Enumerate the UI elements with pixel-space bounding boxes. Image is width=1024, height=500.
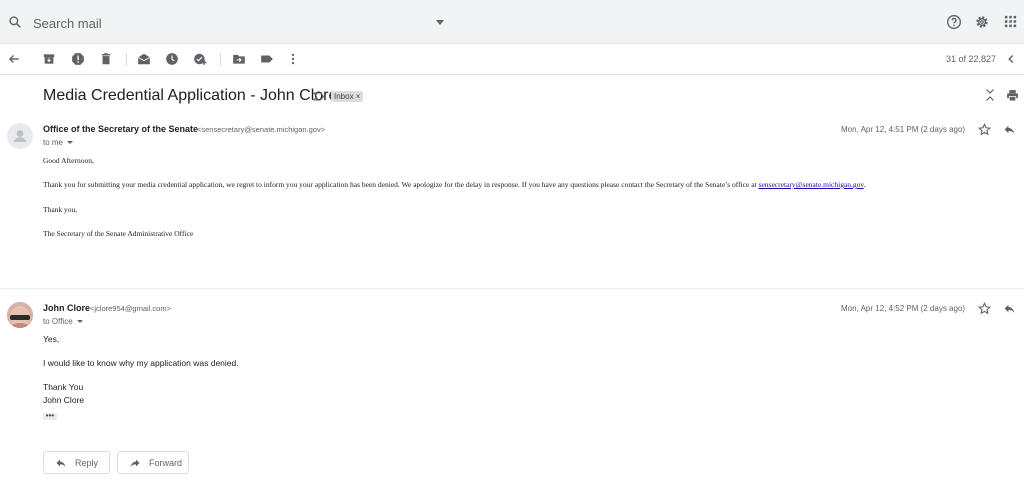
- chevron-down-icon: [67, 141, 74, 145]
- sender-name[interactable]: John Clore: [43, 303, 90, 313]
- reply-arrow-icon[interactable]: [1003, 123, 1016, 136]
- settings-gear-icon[interactable]: [974, 14, 990, 30]
- toolbar-separator: [126, 53, 127, 66]
- previous-chevron-icon[interactable]: [1004, 52, 1018, 66]
- message-toolbar: 31 of 22,827: [0, 44, 1024, 75]
- collapse-all-icon[interactable]: [984, 88, 996, 102]
- toolbar-separator: [220, 53, 221, 66]
- important-marker-icon[interactable]: [313, 92, 325, 101]
- sender-email: <sensecretary@senate.michigan.gov>: [197, 125, 326, 134]
- star-icon[interactable]: [978, 123, 991, 136]
- search-input[interactable]: [33, 13, 413, 33]
- mark-unread-icon[interactable]: [137, 52, 151, 66]
- recipient-label: to Office: [43, 317, 73, 326]
- recipient-details-toggle[interactable]: to me: [43, 138, 74, 147]
- reply-line-4: John Clore: [43, 395, 85, 405]
- help-icon[interactable]: [946, 14, 962, 30]
- more-vertical-icon[interactable]: [286, 52, 300, 66]
- sender-avatar[interactable]: [7, 302, 33, 328]
- sender-email: <jclore954@gmail.com>: [90, 304, 171, 313]
- message-body-text: Thank you for submitting your media cred…: [43, 180, 759, 189]
- reply-line-3: Thank You: [43, 382, 84, 392]
- reply-line-2: I would like to know why my application …: [43, 358, 239, 368]
- message-divider: [0, 288, 1024, 289]
- forward-button[interactable]: Forward: [117, 451, 189, 474]
- reply-arrow-icon[interactable]: [1003, 302, 1016, 315]
- contact-email-link[interactable]: sensecretary@senate.michigan.gov: [759, 180, 864, 189]
- forward-button-label: Forward: [149, 457, 183, 468]
- label-tag-icon[interactable]: [260, 52, 274, 66]
- reply-line-1: Yes,: [43, 334, 60, 344]
- snooze-clock-icon[interactable]: [165, 52, 179, 66]
- report-spam-icon[interactable]: [71, 52, 85, 66]
- reply-button-label: Reply: [75, 457, 99, 468]
- show-trimmed-content-button[interactable]: •••: [43, 412, 57, 420]
- message-body: Thank you for submitting your media cred…: [43, 180, 866, 189]
- message-date: Mon, Apr 12, 4:52 PM (2 days ago): [841, 304, 966, 313]
- message-body-end: .: [863, 180, 866, 189]
- message-greeting: Good Afternoon,: [43, 156, 94, 165]
- sender-avatar[interactable]: [7, 123, 33, 149]
- search-options-icon[interactable]: [436, 20, 444, 25]
- message-signature: The Secretary of the Senate Administrati…: [43, 229, 194, 238]
- apps-grid-icon[interactable]: [1003, 14, 1018, 29]
- search-bar[interactable]: [0, 3, 460, 41]
- reply-arrow-icon: [56, 459, 66, 467]
- add-to-tasks-icon[interactable]: [193, 52, 207, 66]
- delete-trash-icon[interactable]: [99, 52, 113, 66]
- back-arrow-icon[interactable]: [7, 52, 21, 66]
- pagination-count: 31 of 22,827: [946, 54, 997, 64]
- print-icon[interactable]: [1006, 89, 1019, 102]
- message-date: Mon, Apr 12, 4:51 PM (2 days ago): [841, 125, 966, 134]
- move-to-folder-icon[interactable]: [232, 52, 246, 66]
- sender-name[interactable]: Office of the Secretary of the Senate: [43, 124, 198, 134]
- top-bar: [0, 0, 1024, 44]
- default-person-icon: [13, 130, 27, 142]
- forward-arrow-icon: [130, 459, 140, 467]
- profile-photo: [7, 302, 33, 328]
- recipient-label: to me: [43, 138, 64, 147]
- message-closing: Thank you,: [43, 205, 78, 214]
- search-icon[interactable]: [8, 15, 22, 29]
- chevron-down-icon: [76, 320, 83, 324]
- inbox-label-chip[interactable]: Inbox ×: [331, 91, 364, 102]
- recipient-details-toggle[interactable]: to Office: [43, 317, 83, 326]
- archive-icon[interactable]: [42, 52, 56, 66]
- email-subject: Media Credential Application - John Clor…: [43, 87, 338, 104]
- reply-button[interactable]: Reply: [43, 451, 110, 474]
- star-icon[interactable]: [978, 302, 991, 315]
